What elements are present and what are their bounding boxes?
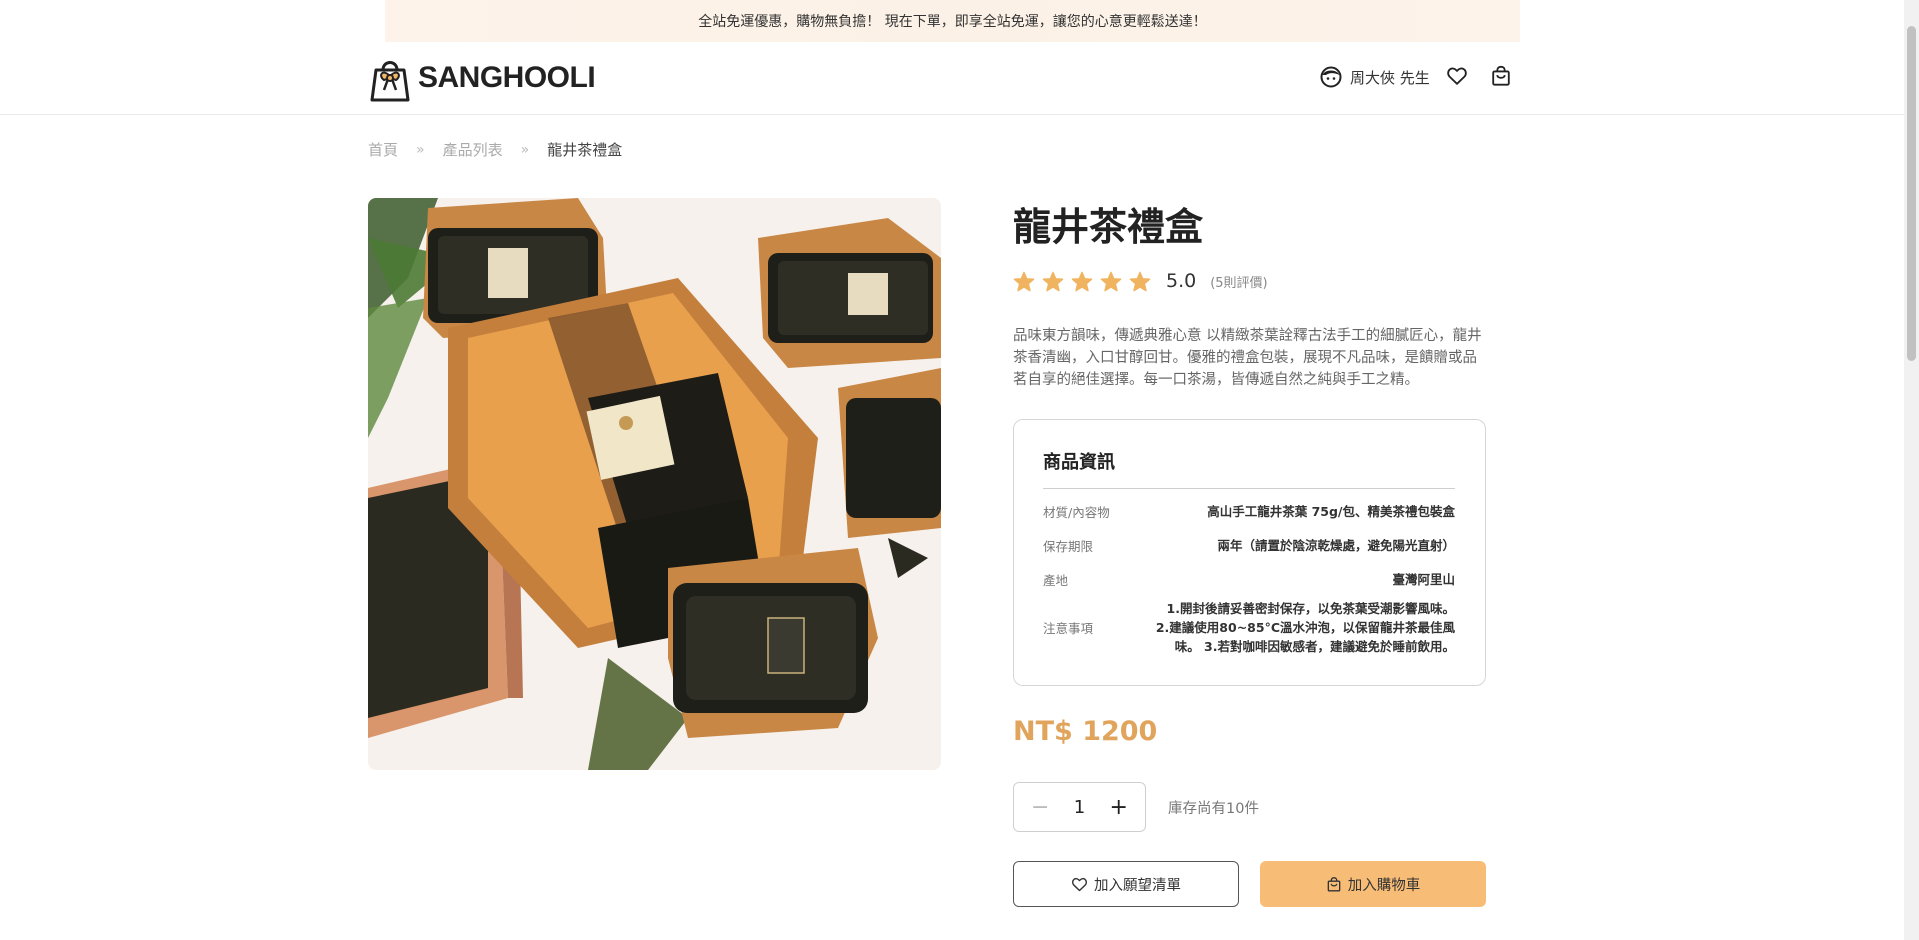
star-icon (1013, 271, 1035, 291)
add-to-cart-button[interactable]: 加入購物車 (1260, 861, 1486, 907)
info-value: 臺灣阿里山 (1392, 571, 1455, 587)
info-value: 1.開封後請妥善密封保存，以免茶葉受潮影響風味。 2.建議使用80~85°C溫水… (1155, 601, 1455, 654)
heart-icon (1071, 877, 1088, 891)
product-image (368, 198, 941, 770)
star-icon (1042, 271, 1064, 291)
info-value: 兩年（請置於陰涼乾燥處，避免陽光直射） (1217, 537, 1455, 553)
breadcrumb-separator: » (520, 141, 530, 158)
site-header: SANGHOOLI 周大俠 先生 (0, 42, 1904, 115)
heart-icon[interactable] (1446, 65, 1468, 87)
user-account-link[interactable]: 周大俠 先生 (1320, 66, 1430, 88)
info-row-origin: 產地 臺灣阿里山 (1043, 569, 1455, 589)
product-info-heading: 商品資訊 (1043, 448, 1455, 489)
page-scrollbar[interactable] (1904, 0, 1919, 940)
brand-name: SANGHOOLI (418, 61, 596, 94)
brand-logo[interactable]: SANGHOOLI (368, 54, 596, 102)
stock-status: 庫存尚有10件 (1168, 801, 1259, 817)
rating-score: 5.0 (1166, 270, 1197, 292)
info-value: 高山手工龍井茶葉 75g/包、精美茶禮包裝盒 (1207, 503, 1455, 519)
quantity-increase-button[interactable]: + (1110, 795, 1128, 820)
star-icon (1071, 271, 1093, 291)
info-label: 注意事項 (1043, 621, 1094, 636)
quantity-decrease-button[interactable]: − (1031, 795, 1049, 820)
gift-bag-logo-icon (370, 61, 410, 102)
breadcrumb: 首頁 » 產品列表 » 龍井茶禮盒 (368, 139, 622, 160)
user-face-icon (1320, 66, 1342, 88)
review-count-link[interactable]: (5則評價) (1210, 272, 1267, 291)
wishlist-button-label: 加入願望清單 (1094, 877, 1181, 894)
info-row-notes: 注意事項 1.開封後請妥善密封保存，以免茶葉受潮影響風味。 2.建議使用80~8… (1043, 599, 1455, 656)
star-icon (1129, 271, 1151, 291)
info-label: 產地 (1043, 572, 1069, 588)
product-price: NT$ 1200 (1013, 716, 1158, 747)
info-row-shelf-life: 保存期限 兩年（請置於陰涼乾燥處，避免陽光直射） (1043, 535, 1455, 555)
quantity-value[interactable]: 1 (1074, 797, 1085, 818)
breadcrumb-separator: » (416, 141, 425, 158)
breadcrumb-home[interactable]: 首頁 (368, 139, 398, 160)
announcement-bar: 全站免運優惠，購物無負擔！ 現在下單，即享全站免運，讓您的心意更輕鬆送達！ (385, 0, 1520, 42)
info-label: 保存期限 (1043, 538, 1094, 554)
shopping-bag-icon (1327, 876, 1341, 891)
quantity-stepper: − 1 + (1013, 782, 1146, 832)
user-name: 周大俠 先生 (1350, 68, 1430, 87)
info-row-material: 材質/內容物 高山手工龍井茶葉 75g/包、精美茶禮包裝盒 (1043, 501, 1455, 521)
product-rating: 5.0 (5則評價) (1013, 270, 1268, 292)
cart-button-label: 加入購物車 (1347, 877, 1421, 894)
breadcrumb-current: 龍井茶禮盒 (547, 141, 623, 159)
scrollbar-thumb[interactable] (1907, 26, 1916, 361)
shopping-bag-icon[interactable] (1490, 65, 1512, 87)
add-to-wishlist-button[interactable]: 加入願望清單 (1013, 861, 1239, 907)
product-info-card: 商品資訊 材質/內容物 高山手工龍井茶葉 75g/包、精美茶禮包裝盒 保存期限 … (1013, 419, 1486, 686)
info-label: 材質/內容物 (1043, 504, 1110, 520)
announcement-text: 全站免運優惠，購物無負擔！ 現在下單，即享全站免運，讓您的心意更輕鬆送達！ (698, 14, 1207, 30)
star-icon (1100, 271, 1122, 291)
breadcrumb-product-list[interactable]: 產品列表 (443, 139, 503, 160)
product-title: 龍井茶禮盒 (1013, 205, 1204, 249)
rating-stars (1013, 271, 1158, 292)
product-description: 品味東方韻味，傳遞典雅心意 以精緻茶葉詮釋古法手工的細膩匠心，龍井茶香清幽，入口… (1013, 328, 1482, 388)
